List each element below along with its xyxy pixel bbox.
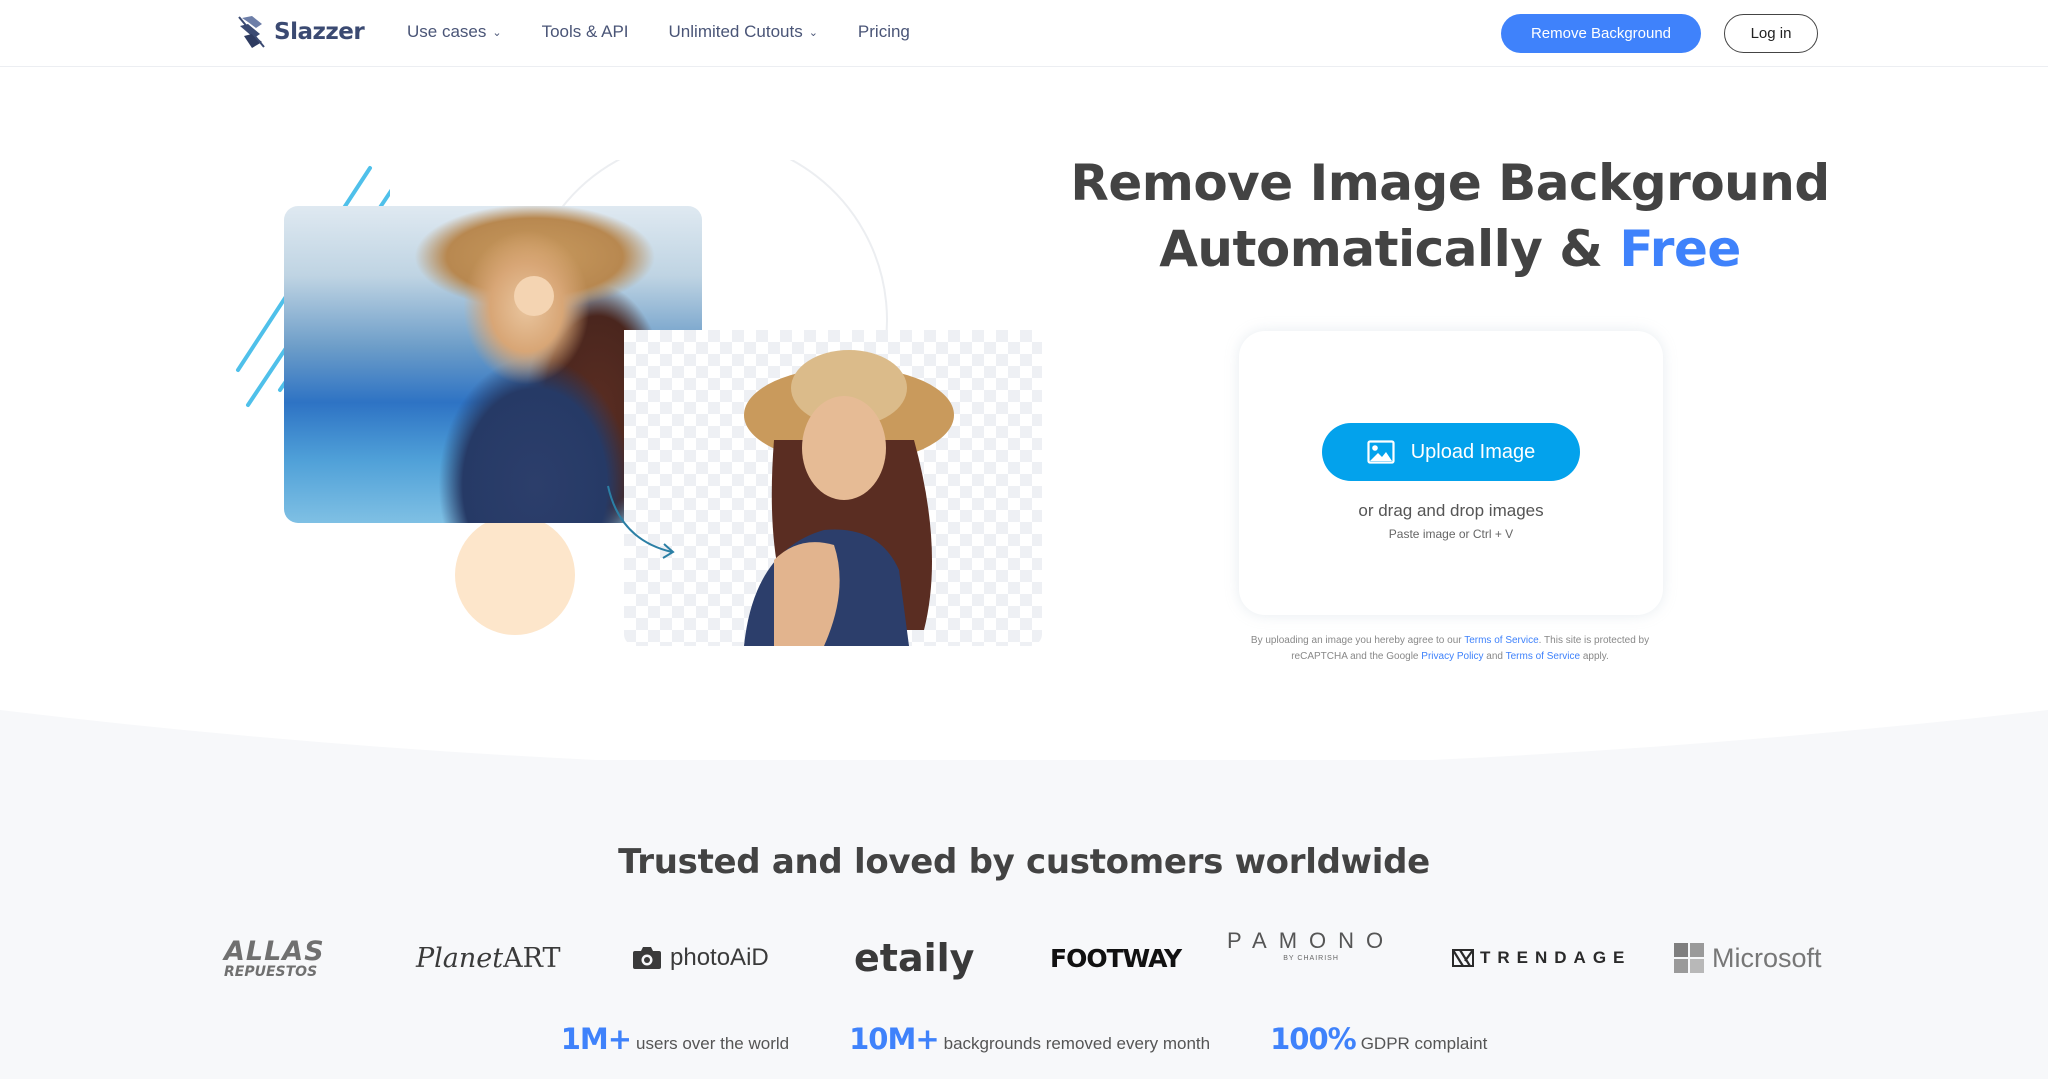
hero-title-line2: Automatically &: [1159, 220, 1603, 278]
slazzer-logo-icon: [238, 16, 265, 48]
legal-notice: By uploading an image you hereby agree t…: [1230, 633, 1670, 665]
upload-image-button[interactable]: Upload Image: [1322, 423, 1580, 481]
arrow-icon: [607, 485, 675, 559]
logo-pamono: PAMONO BY CHAIRISH: [1227, 930, 1395, 986]
remove-background-button[interactable]: Remove Background: [1501, 14, 1701, 53]
logo-text: Microsoft: [1712, 942, 1822, 973]
nav-pricing[interactable]: Pricing: [858, 22, 910, 42]
camera-icon: [633, 947, 661, 969]
cutout-figure: [744, 350, 954, 646]
stat-gdpr: 100% GDPR complaint: [1270, 1022, 1487, 1056]
chevron-down-icon: ⌄: [492, 26, 502, 39]
stat-value: 10M+: [849, 1022, 940, 1056]
nav-unlimited-cutouts[interactable]: Unlimited Cutouts ⌄: [669, 22, 818, 42]
face-highlight: [514, 276, 554, 316]
top-navbar: Slazzer Use cases ⌄ Tools & API Unlimite…: [0, 0, 2048, 67]
stats-row: 1M+ users over the world 10M+ background…: [0, 1022, 2048, 1056]
logo-etaily: etaily: [854, 936, 975, 980]
privacy-policy-link[interactable]: Privacy Policy: [1421, 651, 1483, 662]
hero-title-line1: Remove Image Background: [1070, 154, 1830, 212]
stat-label: users over the world: [636, 1034, 790, 1053]
logo-text: photoAiD: [670, 944, 769, 971]
google-terms-link[interactable]: Terms of Service: [1506, 651, 1580, 662]
trusted-heading: Trusted and loved by customers worldwide: [618, 842, 1430, 882]
logo-subtext: REPUESTOS: [224, 963, 318, 980]
upload-dropzone[interactable]: Upload Image or drag and drop images Pas…: [1239, 331, 1663, 615]
stat-value: 100%: [1270, 1022, 1357, 1056]
image-icon: [1367, 440, 1395, 464]
main-nav: Use cases ⌄ Tools & API Unlimited Cutout…: [407, 22, 950, 42]
chevron-down-icon: ⌄: [808, 26, 818, 39]
logo-allas-repuestos: ALLAS REPUESTOS: [224, 930, 325, 986]
logo-footway: FOOTWAY: [1050, 943, 1182, 973]
stat-label: GDPR complaint: [1360, 1034, 1488, 1053]
logo-photoaid: photoAiD: [632, 930, 769, 986]
nav-pricing-label: Pricing: [857, 22, 910, 41]
terms-of-service-link[interactable]: Terms of Service: [1464, 635, 1538, 646]
section-divider-wave: [0, 700, 2048, 760]
nav-tools-api-label: Tools & API: [541, 22, 629, 41]
decorative-circle: [455, 515, 575, 635]
legal-text: and: [1483, 651, 1506, 662]
upload-image-label: Upload Image: [1410, 440, 1536, 463]
logo-text: Planet: [416, 942, 504, 974]
stat-users: 1M+ users over the world: [561, 1022, 789, 1056]
nav-unlimited-cutouts-label: Unlimited Cutouts: [668, 22, 803, 41]
logo-trendage: TRENDAGE: [1452, 930, 1631, 986]
brand-logo[interactable]: Slazzer: [236, 14, 365, 50]
legal-text: By uploading an image you hereby agree t…: [1250, 635, 1465, 646]
legal-text: apply.: [1580, 651, 1609, 662]
logo-text: PAMONO: [1227, 928, 1396, 953]
stat-value: 1M+: [560, 1022, 632, 1056]
trendage-mark-icon: [1452, 949, 1474, 967]
stat-backgrounds: 10M+ backgrounds removed every month: [849, 1022, 1210, 1056]
logo-subtext: BY CHAIRISH: [1283, 955, 1339, 962]
brand-name: Slazzer: [274, 19, 365, 45]
nav-use-cases[interactable]: Use cases ⌄: [407, 22, 502, 42]
logo-text: TRENDAGE: [1480, 948, 1632, 967]
logo-text: ART: [503, 942, 561, 974]
logo-planetart: Planet ART: [416, 930, 561, 986]
drag-drop-hint: or drag and drop images: [1358, 501, 1544, 520]
cutout-photo: [624, 330, 1042, 646]
microsoft-squares-icon: [1674, 943, 1704, 973]
nav-use-cases-label: Use cases: [407, 22, 487, 41]
logo-microsoft: Microsoft: [1674, 930, 1822, 986]
hero-illustration: [230, 160, 1050, 660]
hero-title: Remove Image Background Automatically & …: [1040, 150, 1860, 282]
login-button[interactable]: Log in: [1724, 14, 1818, 53]
stat-label: backgrounds removed every month: [943, 1034, 1211, 1053]
customer-logos: ALLAS REPUESTOS Planet ART photoAiD etail…: [220, 930, 1822, 990]
nav-tools-api[interactable]: Tools & API: [542, 22, 629, 42]
hero-title-accent: Free: [1619, 220, 1741, 278]
logo-text: ALLAS: [224, 935, 325, 967]
paste-hint: Paste image or Ctrl + V: [1388, 527, 1514, 541]
